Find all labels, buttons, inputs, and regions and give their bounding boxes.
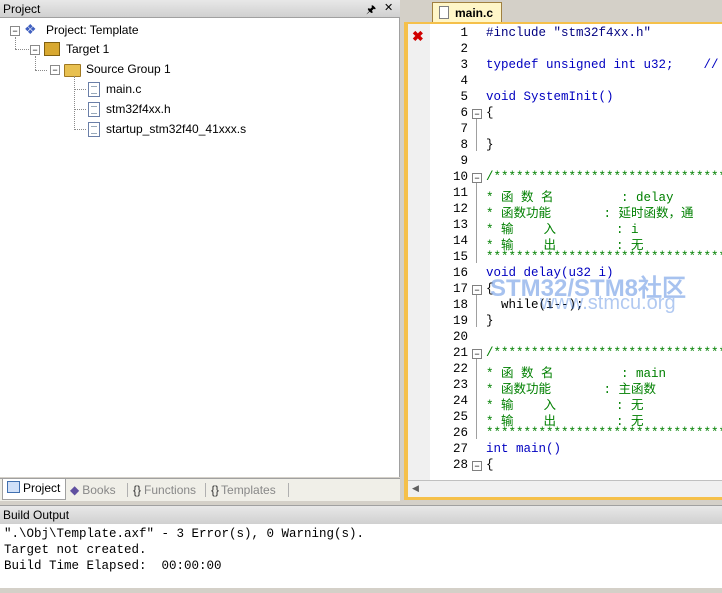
fold-toggle[interactable]: − bbox=[472, 285, 482, 295]
project-panel-titlebar: Project 🖈 ✕ bbox=[0, 0, 400, 18]
watermark-url: www.stmcu.org bbox=[540, 292, 676, 314]
tab-main-c[interactable]: main.c bbox=[432, 2, 502, 23]
line-number: 12 bbox=[452, 202, 468, 216]
line-number: 14 bbox=[452, 234, 468, 248]
file-icon bbox=[88, 82, 100, 97]
template-icon: {} bbox=[211, 483, 220, 497]
fold-toggle[interactable]: − bbox=[472, 461, 482, 471]
editor-gutter: ✖ bbox=[408, 24, 430, 480]
close-icon[interactable]: ✕ bbox=[384, 1, 393, 14]
fold-guide bbox=[476, 183, 477, 263]
code-line: ************************************* bbox=[486, 250, 722, 264]
build-output-title: Build Output bbox=[3, 508, 70, 522]
build-line: Build Time Elapsed: 00:00:00 bbox=[4, 559, 222, 573]
tab-functions-label: Functions bbox=[144, 483, 197, 497]
tree-target-node[interactable]: Target 1 bbox=[66, 40, 109, 58]
fold-toggle[interactable]: − bbox=[472, 173, 482, 183]
file-icon bbox=[439, 6, 449, 19]
fold-guide bbox=[476, 295, 477, 327]
tree-file-main-c[interactable]: main.c bbox=[106, 80, 141, 98]
error-marker-icon[interactable]: ✖ bbox=[412, 28, 424, 45]
tree-file-startup[interactable]: startup_stm32f40_41xxx.s bbox=[106, 120, 246, 138]
line-number: 28 bbox=[452, 458, 468, 472]
horizontal-scrollbar[interactable]: ◀ bbox=[408, 480, 722, 497]
tab-functions[interactable]: {} Functions bbox=[133, 481, 207, 499]
tab-project-label: Project bbox=[23, 481, 61, 495]
tree-group-node[interactable]: Source Group 1 bbox=[86, 60, 171, 78]
collapse-group-toggle[interactable]: − bbox=[50, 65, 60, 75]
build-output-titlebar: Build Output bbox=[0, 505, 722, 525]
build-line: ".\Obj\Template.axf" - 3 Error(s), 0 War… bbox=[4, 527, 365, 541]
line-number: 7 bbox=[460, 122, 468, 136]
code-editor[interactable]: ✖ 1 #include "stm32f4xx.h" 2 3 typedef unsig… bbox=[408, 24, 722, 480]
project-icon: ❖ bbox=[24, 21, 37, 37]
line-number: 22 bbox=[452, 362, 468, 376]
tab-main-c-label: main.c bbox=[455, 6, 494, 20]
project-panel-title: Project bbox=[3, 2, 41, 16]
line-number: 16 bbox=[452, 266, 468, 280]
tab-books-label: Books bbox=[82, 483, 116, 497]
code-line: { bbox=[486, 106, 494, 120]
tree-file-stm32f4xx-h[interactable]: stm32f4xx.h bbox=[106, 100, 171, 118]
book-icon: ◆ bbox=[70, 483, 80, 497]
line-number: 8 bbox=[460, 138, 468, 152]
scroll-left-icon[interactable]: ◀ bbox=[412, 483, 419, 494]
line-number: 5 bbox=[460, 90, 468, 104]
fold-guide bbox=[476, 359, 477, 439]
line-number: 15 bbox=[452, 250, 468, 264]
tab-project[interactable]: Project bbox=[2, 479, 66, 500]
project-tab-icon bbox=[7, 481, 20, 493]
code-line: int main() bbox=[486, 442, 562, 456]
line-number: 20 bbox=[452, 330, 468, 344]
project-tree: − ❖ Project: Template − Target 1 − Sourc… bbox=[0, 18, 400, 477]
file-icon bbox=[88, 122, 100, 137]
line-number: 21 bbox=[452, 346, 468, 360]
build-output-pane[interactable]: ".\Obj\Template.axf" - 3 Error(s), 0 War… bbox=[0, 524, 722, 588]
line-number: 2 bbox=[460, 42, 468, 56]
line-number: 24 bbox=[452, 394, 468, 408]
line-number: 27 bbox=[452, 442, 468, 456]
line-number: 6 bbox=[460, 106, 468, 120]
status-strip bbox=[0, 588, 722, 593]
tab-templates-label: Templates bbox=[221, 483, 276, 497]
line-number: 13 bbox=[452, 218, 468, 232]
code-line: typedef unsigned int u32; // bbox=[486, 58, 719, 72]
build-line: Target not created. bbox=[4, 543, 147, 557]
line-number: 1 bbox=[460, 26, 468, 40]
line-number: 3 bbox=[460, 58, 468, 72]
code-line: #include "stm32f4xx.h" bbox=[486, 26, 652, 40]
collapse-project-toggle[interactable]: − bbox=[10, 26, 20, 36]
braces-icon: {} bbox=[133, 483, 142, 497]
line-number: 11 bbox=[452, 186, 468, 200]
tab-books[interactable]: ◆ Books bbox=[70, 481, 126, 499]
line-number: 25 bbox=[452, 410, 468, 424]
code-line: /************************************* bbox=[486, 170, 722, 184]
code-line: } bbox=[486, 138, 494, 152]
project-panel-tabs: Project ◆ Books {} Functions {} Templates bbox=[0, 478, 400, 501]
code-line: { bbox=[486, 458, 494, 472]
tree-project-node[interactable]: Project: Template bbox=[46, 21, 139, 39]
line-number: 10 bbox=[452, 170, 468, 184]
folder-icon bbox=[64, 64, 81, 77]
line-number: 4 bbox=[460, 74, 468, 88]
editor-tabbar: main.c bbox=[404, 0, 722, 23]
fold-guide bbox=[476, 119, 477, 151]
line-number: 19 bbox=[452, 314, 468, 328]
line-number: 9 bbox=[460, 154, 468, 168]
code-line: /************************************* bbox=[486, 346, 722, 360]
code-line: void SystemInit() bbox=[486, 90, 614, 104]
target-icon bbox=[44, 42, 60, 56]
line-number: 18 bbox=[452, 298, 468, 312]
code-line: } bbox=[486, 314, 494, 328]
line-number: 26 bbox=[452, 426, 468, 440]
code-line: ************************************* bbox=[486, 426, 722, 440]
line-number: 23 bbox=[452, 378, 468, 392]
fold-toggle[interactable]: − bbox=[472, 349, 482, 359]
collapse-target-toggle[interactable]: − bbox=[30, 45, 40, 55]
line-number: 17 bbox=[452, 282, 468, 296]
tab-templates[interactable]: {} Templates bbox=[211, 481, 289, 499]
file-icon bbox=[88, 102, 100, 117]
fold-toggle[interactable]: − bbox=[472, 109, 482, 119]
